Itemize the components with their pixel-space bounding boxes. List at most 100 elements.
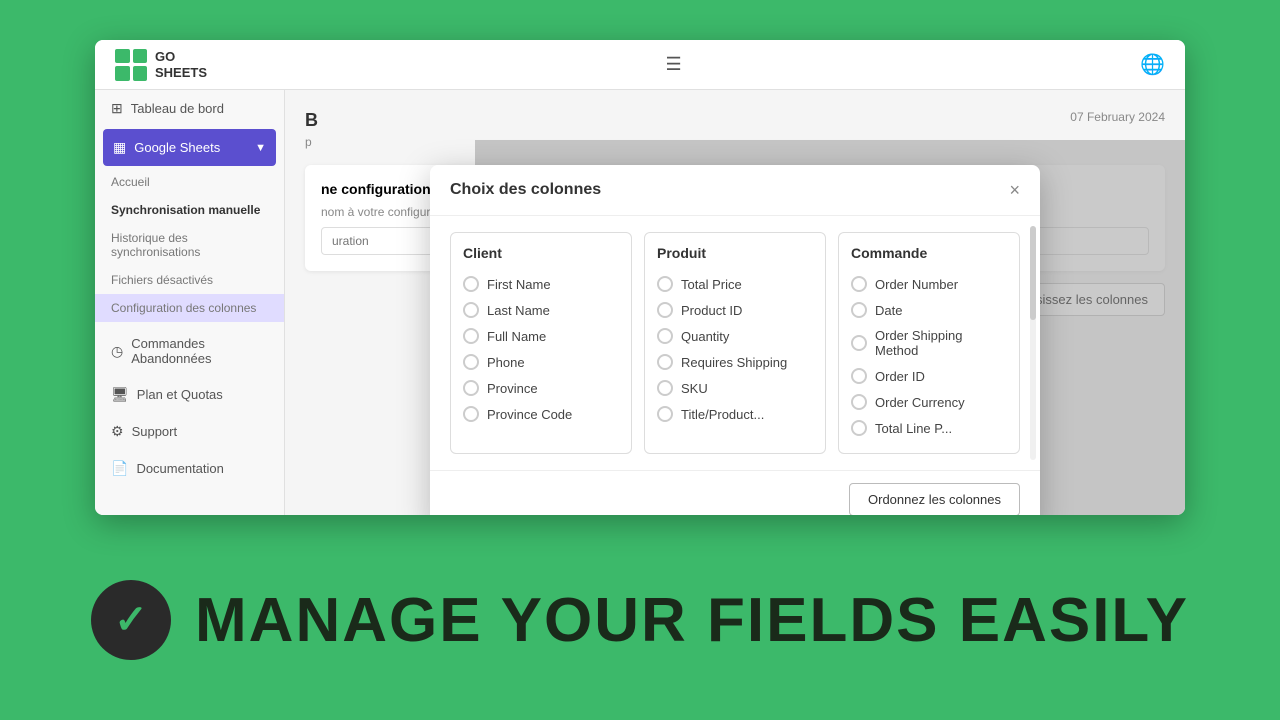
sidebar-item-tableau[interactable]: ⊞ Tableau de bord	[95, 90, 284, 127]
column-item-lastname[interactable]: Last Name	[463, 297, 619, 323]
modal-footer: Ordonnez les colonnes	[430, 470, 1040, 515]
support-icon: ⚙	[111, 423, 124, 440]
column-label-fullname: Full Name	[487, 329, 546, 344]
logo-icon-cell-1	[115, 49, 130, 64]
radio-lastname[interactable]	[463, 302, 479, 318]
sidebar-item-docs[interactable]: 📄 Documentation	[95, 450, 284, 487]
column-item-phone[interactable]: Phone	[463, 349, 619, 375]
modal-close-button[interactable]: ×	[1009, 181, 1020, 199]
column-label-total-price: Total Price	[681, 277, 742, 292]
sidebar-item-plan[interactable]: 🖥 Plan et Quotas	[95, 376, 284, 413]
logo-icon	[115, 49, 147, 81]
radio-total-price[interactable]	[657, 276, 673, 292]
bottom-banner: ✓ MANAGE YOUR FIELDS EASILY	[0, 520, 1280, 720]
modal-scrollbar[interactable]	[1030, 226, 1036, 460]
column-label-sku: SKU	[681, 381, 708, 396]
column-item-total-price[interactable]: Total Price	[657, 271, 813, 297]
radio-fullname[interactable]	[463, 328, 479, 344]
column-item-title[interactable]: Title/Product...	[657, 401, 813, 427]
order-columns-button[interactable]: Ordonnez les colonnes	[849, 483, 1020, 515]
sidebar-label-sheets: Google Sheets	[134, 140, 220, 155]
chevron-down-icon: ▼	[255, 142, 266, 154]
column-item-fullname[interactable]: Full Name	[463, 323, 619, 349]
column-item-requires-shipping[interactable]: Requires Shipping	[657, 349, 813, 375]
radio-quantity[interactable]	[657, 328, 673, 344]
radio-phone[interactable]	[463, 354, 479, 370]
modal-header: Choix des colonnes ×	[430, 165, 1040, 216]
column-chooser-modal: Choix des colonnes × Client First Name	[430, 165, 1040, 515]
commandes-icon: ◷	[111, 343, 123, 360]
sidebar-item-google-sheets[interactable]: ▦ Google Sheets ▼	[103, 129, 276, 166]
column-item-quantity[interactable]: Quantity	[657, 323, 813, 349]
sidebar-item-fichiers[interactable]: Fichiers désactivés	[95, 266, 284, 294]
radio-firstname[interactable]	[463, 276, 479, 292]
column-item-order-currency[interactable]: Order Currency	[851, 389, 1007, 415]
column-label-order-currency: Order Currency	[875, 395, 965, 410]
column-group-client: Client First Name Last Name Full Name	[450, 232, 632, 454]
plan-icon: 🖥	[111, 386, 129, 403]
logo-icon-cell-3	[115, 66, 130, 81]
sidebar-label-docs: Documentation	[136, 461, 223, 476]
check-icon: ✓	[114, 597, 148, 643]
column-item-order-number[interactable]: Order Number	[851, 271, 1007, 297]
column-item-shipping-method[interactable]: Order Shipping Method	[851, 323, 1007, 363]
column-item-province[interactable]: Province	[463, 375, 619, 401]
sidebar-item-config-colonnes[interactable]: Configuration des colonnes	[95, 294, 284, 322]
radio-date[interactable]	[851, 302, 867, 318]
column-label-quantity: Quantity	[681, 329, 729, 344]
column-label-order-id: Order ID	[875, 369, 925, 384]
column-label-order-number: Order Number	[875, 277, 958, 292]
commande-group-title: Commande	[851, 245, 1007, 261]
banner-text: MANAGE YOUR FIELDS EASILY	[195, 585, 1189, 656]
column-label-phone: Phone	[487, 355, 525, 370]
sidebar-item-sync[interactable]: Synchronisation manuelle	[95, 196, 284, 224]
column-item-province-code[interactable]: Province Code	[463, 401, 619, 427]
column-item-firstname[interactable]: First Name	[463, 271, 619, 297]
sheets-icon: ▦	[113, 139, 126, 156]
radio-province-code[interactable]	[463, 406, 479, 422]
sidebar-label-commandes: Commandes Abandonnées	[131, 336, 268, 366]
radio-sku[interactable]	[657, 380, 673, 396]
column-item-date[interactable]: Date	[851, 297, 1007, 323]
column-label-province-code: Province Code	[487, 407, 572, 422]
radio-province[interactable]	[463, 380, 479, 396]
globe-icon[interactable]: 🌐	[1140, 52, 1165, 77]
column-item-order-id[interactable]: Order ID	[851, 363, 1007, 389]
sidebar-label-tableau: Tableau de bord	[131, 101, 224, 116]
radio-requires-shipping[interactable]	[657, 354, 673, 370]
radio-order-id[interactable]	[851, 368, 867, 384]
date-label: 07 February 2024	[1070, 110, 1165, 124]
column-item-sku[interactable]: SKU	[657, 375, 813, 401]
column-item-product-id[interactable]: Product ID	[657, 297, 813, 323]
docs-icon: 📄	[111, 460, 128, 477]
radio-total-line[interactable]	[851, 420, 867, 436]
radio-shipping-method[interactable]	[851, 335, 867, 351]
radio-order-number[interactable]	[851, 276, 867, 292]
modal-title: Choix des colonnes	[450, 181, 601, 199]
produit-group-title: Produit	[657, 245, 813, 261]
column-label-total-line: Total Line P...	[875, 421, 952, 436]
radio-title[interactable]	[657, 406, 673, 422]
columns-grid: Client First Name Last Name Full Name	[450, 232, 1020, 454]
column-item-total-line[interactable]: Total Line P...	[851, 415, 1007, 441]
app-window: GOSHEETS ☰ 🌐 ⊞ Tableau de bord ▦ Google …	[95, 40, 1185, 515]
column-label-lastname: Last Name	[487, 303, 550, 318]
column-label-firstname: First Name	[487, 277, 551, 292]
column-label-date: Date	[875, 303, 902, 318]
sidebar-item-support[interactable]: ⚙ Support	[95, 413, 284, 450]
sidebar-item-historique[interactable]: Historique des synchronisations	[95, 224, 284, 266]
radio-order-currency[interactable]	[851, 394, 867, 410]
column-label-requires-shipping: Requires Shipping	[681, 355, 787, 370]
modal-scroll-thumb	[1030, 226, 1036, 320]
column-group-produit: Produit Total Price Product ID Quantity	[644, 232, 826, 454]
top-bar: GOSHEETS ☰ 🌐	[95, 40, 1185, 90]
hamburger-icon[interactable]: ☰	[665, 54, 681, 75]
column-label-title: Title/Product...	[681, 407, 764, 422]
logo: GOSHEETS	[115, 49, 207, 81]
sidebar: ⊞ Tableau de bord ▦ Google Sheets ▼ Accu…	[95, 90, 285, 515]
sidebar-label-support: Support	[132, 424, 178, 439]
radio-product-id[interactable]	[657, 302, 673, 318]
column-group-commande: Commande Order Number Date Order Shippin…	[838, 232, 1020, 454]
sidebar-item-accueil[interactable]: Accueil	[95, 168, 284, 196]
sidebar-item-commandes[interactable]: ◷ Commandes Abandonnées	[95, 326, 284, 376]
